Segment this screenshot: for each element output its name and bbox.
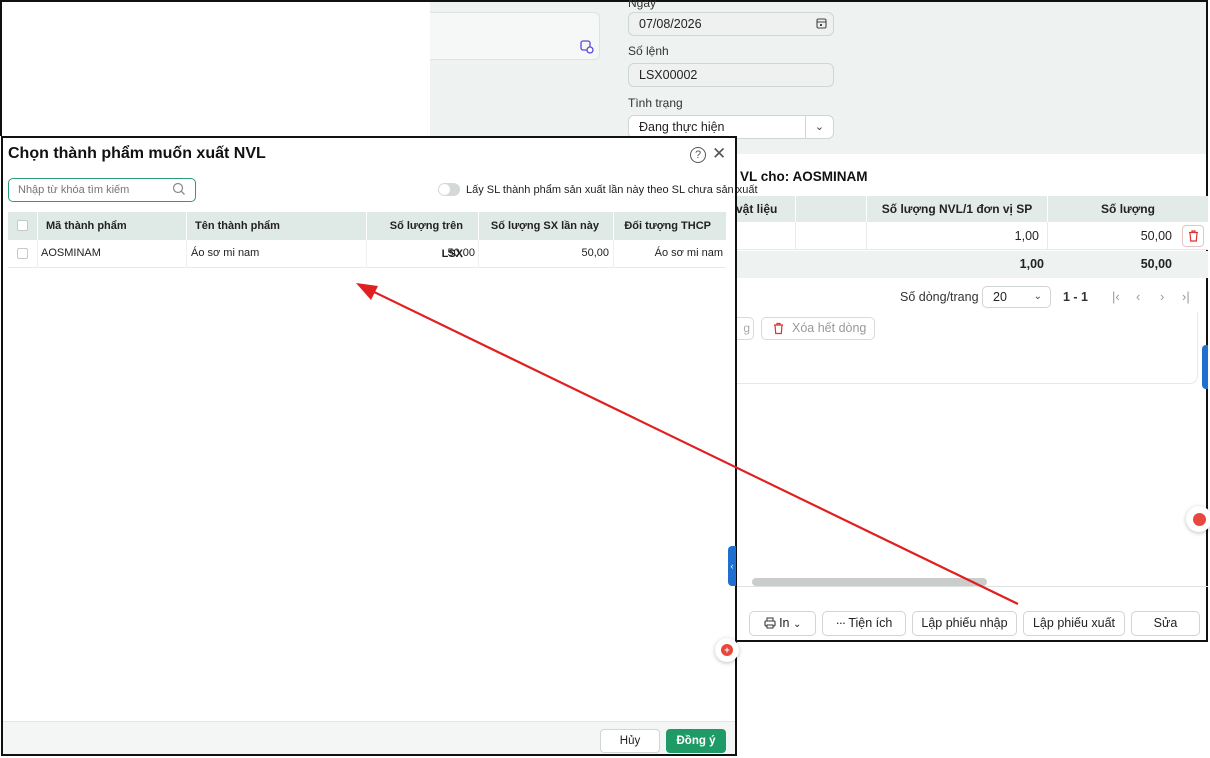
date-label: Ngày bbox=[628, 0, 657, 10]
collapse-panel-tab[interactable]: ‹ bbox=[728, 546, 736, 586]
chevron-down-icon: ⌄ bbox=[793, 619, 802, 630]
utilities-label: Tiện ích bbox=[848, 616, 893, 630]
rows-per-page-value: 20 bbox=[993, 290, 1007, 304]
help-icon[interactable]: ? bbox=[690, 147, 706, 163]
product-table-header: Mã thành phẩm Tên thành phẩm Số lượng tr… bbox=[8, 212, 726, 260]
description-field[interactable] bbox=[430, 12, 600, 60]
column-qty-this-run: Số lượng SX lần này bbox=[479, 212, 614, 240]
date-value: 07/08/2026 bbox=[639, 17, 702, 31]
column-unnamed bbox=[796, 196, 867, 222]
total-quantity: 50,00 bbox=[1140, 257, 1172, 271]
select-all-checkbox[interactable] bbox=[17, 220, 28, 231]
horizontal-scrollbar[interactable] bbox=[752, 578, 987, 586]
select-all-cell[interactable] bbox=[8, 212, 38, 240]
status-value: Đang thực hiện bbox=[639, 120, 725, 134]
add-row-button[interactable]: g bbox=[736, 317, 754, 340]
floating-help-button[interactable] bbox=[1186, 506, 1210, 532]
cell-qty-per-unit[interactable]: 1,00 bbox=[867, 222, 1048, 250]
column-product-name: Tên thành phẩm bbox=[187, 212, 367, 240]
column-qty-on-order: Số lượng trên LSX bbox=[367, 212, 479, 260]
first-page-icon[interactable]: |‹ bbox=[1112, 289, 1120, 304]
page-range: 1 - 1 bbox=[1063, 290, 1089, 304]
toggle-knob bbox=[439, 184, 450, 195]
table-total-row: 1,00 50,00 bbox=[736, 251, 1208, 278]
column-product-code: Mã thành phẩm bbox=[38, 212, 187, 240]
cell-material bbox=[736, 222, 796, 250]
total-qty-per-unit: 1,00 bbox=[1019, 257, 1044, 271]
edit-button[interactable]: Sửa bbox=[1131, 611, 1200, 636]
search-icon[interactable] bbox=[172, 182, 186, 196]
rows-per-page-select[interactable]: 20 ⌄ bbox=[982, 286, 1051, 308]
cell-qty-this-run[interactable]: 50,00 bbox=[479, 240, 614, 268]
background-left-area bbox=[0, 0, 430, 136]
delete-row-icon[interactable] bbox=[1182, 225, 1204, 247]
horizontal-scroll-track bbox=[736, 586, 1208, 587]
column-cost-object: Đối tượng THCP bbox=[624, 220, 711, 232]
close-icon[interactable]: ✕ bbox=[712, 145, 726, 163]
table-row[interactable]: AOSMINAM Áo sơ mi nam 50,00 50,00 Áo sơ … bbox=[8, 240, 726, 268]
dialog-title: Chọn thành phẩm muốn xuất NVL bbox=[8, 145, 266, 162]
create-receipt-button[interactable]: Lập phiếu nhập bbox=[912, 611, 1017, 636]
confirm-button[interactable]: Đồng ý bbox=[666, 729, 726, 753]
status-label: Tình trạng bbox=[628, 96, 683, 110]
prev-page-icon[interactable]: ‹ bbox=[1136, 289, 1140, 304]
cancel-button[interactable]: Hủy bbox=[600, 729, 660, 753]
delete-all-label: Xóa hết dòng bbox=[792, 321, 867, 335]
side-panel-tab[interactable] bbox=[1202, 345, 1208, 389]
print-label: In bbox=[779, 616, 790, 630]
create-issue-button[interactable]: Lập phiếu xuất bbox=[1023, 611, 1125, 636]
column-material: vật liệu bbox=[736, 196, 796, 222]
trash-icon bbox=[773, 318, 784, 347]
printer-icon bbox=[764, 617, 776, 629]
help-badge-icon: + bbox=[721, 644, 733, 656]
print-button[interactable]: In ⌄ bbox=[749, 611, 816, 636]
use-remaining-qty-label: Lấy SL thành phẩm sản xuất lần này theo … bbox=[466, 184, 758, 196]
rows-per-page-label: Số dòng/trang bbox=[900, 290, 979, 304]
material-section-title: VL cho: AOSMINAM bbox=[740, 169, 868, 184]
order-number-label: Số lệnh bbox=[628, 44, 669, 58]
more-icon: ··· bbox=[835, 616, 846, 630]
column-qty-per-unit: Số lượng NVL/1 đơn vị SP bbox=[867, 196, 1048, 222]
last-page-icon[interactable]: ›| bbox=[1182, 289, 1190, 304]
cell-product-name: Áo sơ mi nam bbox=[187, 240, 367, 268]
use-remaining-qty-toggle[interactable] bbox=[438, 183, 460, 196]
delete-all-rows-button[interactable]: Xóa hết dòng bbox=[761, 317, 875, 340]
row-checkbox[interactable] bbox=[17, 248, 28, 259]
cell-unnamed bbox=[796, 222, 867, 250]
search-input[interactable] bbox=[8, 178, 196, 202]
floating-help-button[interactable]: + bbox=[715, 638, 739, 662]
column-quantity: Số lượng bbox=[1101, 202, 1155, 216]
cell-product-code: AOSMINAM bbox=[38, 240, 187, 268]
material-table-header: vật liệu Số lượng NVL/1 đơn vị SP Số lượ… bbox=[736, 196, 1208, 222]
help-badge-icon bbox=[1193, 513, 1206, 526]
row-select-cell[interactable] bbox=[8, 240, 38, 268]
table-row[interactable]: 1,00 50,00 bbox=[736, 222, 1208, 250]
order-number-field[interactable]: LSX00002 bbox=[628, 63, 834, 87]
cell-cost-object: Áo sơ mi nam bbox=[654, 247, 723, 259]
cell-qty-on-order: 50,00 bbox=[367, 240, 479, 268]
calendar-icon[interactable] bbox=[816, 13, 827, 43]
ai-assist-icon[interactable] bbox=[580, 40, 594, 54]
chevron-down-icon[interactable]: ⌄ bbox=[805, 116, 833, 138]
next-page-icon[interactable]: › bbox=[1160, 289, 1164, 304]
utilities-button[interactable]: ··· Tiện ích bbox=[822, 611, 906, 636]
cell-quantity[interactable]: 50,00 bbox=[1048, 222, 1176, 250]
date-field[interactable]: 07/08/2026 bbox=[628, 12, 834, 36]
chevron-down-icon: ⌄ bbox=[1033, 291, 1042, 302]
